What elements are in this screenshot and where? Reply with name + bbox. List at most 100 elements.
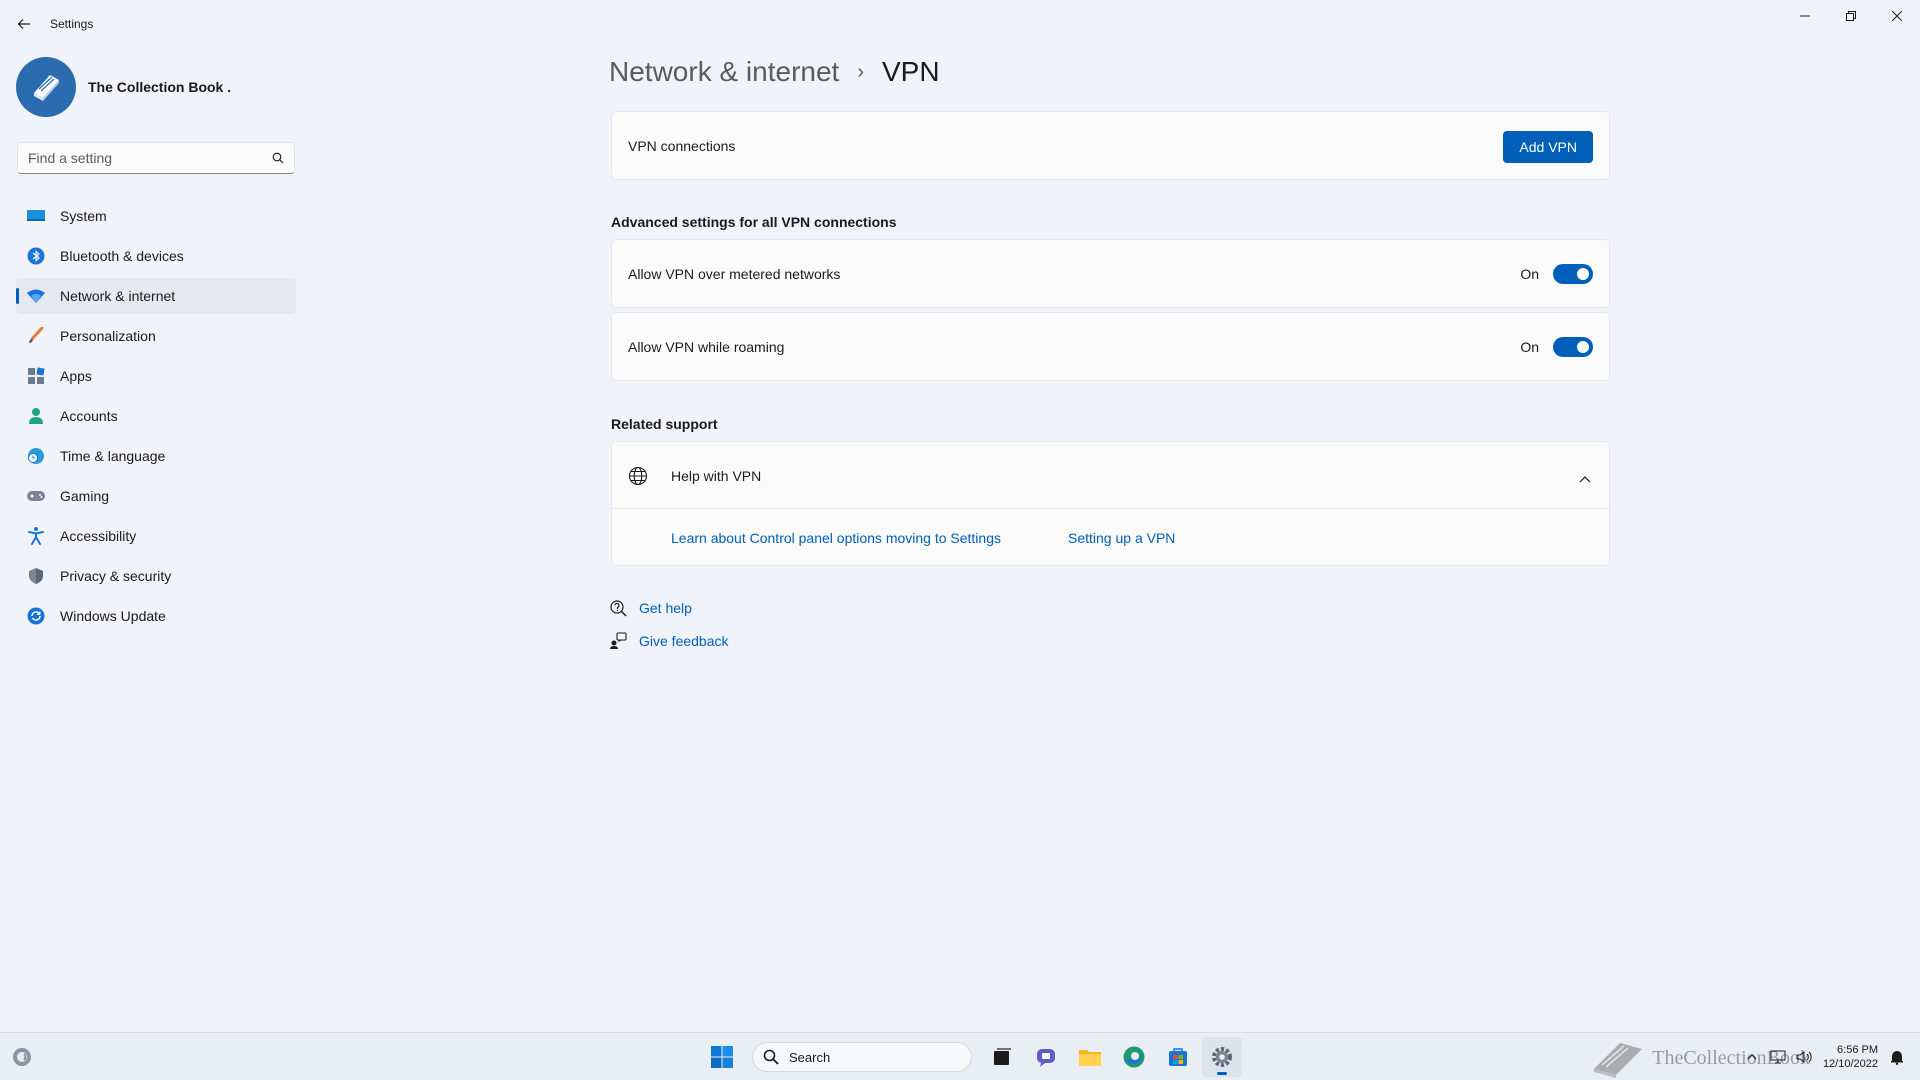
- store-icon: [1169, 1048, 1187, 1066]
- metered-toggle-group: On: [1520, 264, 1593, 284]
- sidebar-item-label: Personalization: [60, 328, 156, 344]
- chevron-up-icon: [1747, 1054, 1757, 1060]
- app-title: Settings: [50, 17, 94, 31]
- file-explorer-button[interactable]: [1070, 1037, 1110, 1077]
- help-with-vpn-header[interactable]: Help with VPN: [612, 442, 1609, 509]
- avatar: [16, 57, 76, 117]
- sidebar-item-bluetooth[interactable]: Bluetooth & devices: [16, 238, 296, 274]
- sidebar-item-time-language[interactable]: Time & language: [16, 438, 296, 474]
- gamepad-icon: [26, 486, 46, 506]
- get-help-icon: [610, 600, 627, 617]
- sidebar-item-label: Time & language: [60, 448, 166, 464]
- sidebar-item-label: Windows Update: [60, 608, 166, 624]
- edge-browser-button[interactable]: [1114, 1037, 1154, 1077]
- roaming-card: Allow VPN while roaming On: [611, 312, 1610, 381]
- network-tray-button[interactable]: [1767, 1046, 1789, 1068]
- widgets-button[interactable]: [10, 1045, 34, 1069]
- clock-date: 12/10/2022: [1822, 1058, 1878, 1070]
- globe-clock-icon: [26, 446, 46, 466]
- give-feedback-row: Give feedback: [609, 632, 729, 650]
- sidebar-item-gaming[interactable]: Gaming: [16, 478, 296, 514]
- roaming-toggle[interactable]: [1553, 337, 1593, 357]
- sidebar-item-system[interactable]: System: [16, 198, 296, 234]
- chat-button[interactable]: [1026, 1037, 1066, 1077]
- start-button[interactable]: [702, 1037, 742, 1077]
- sidebar-item-apps[interactable]: Apps: [16, 358, 296, 394]
- task-view-button[interactable]: [982, 1037, 1022, 1077]
- metered-networks-card: Allow VPN over metered networks On: [611, 239, 1610, 308]
- sidebar-item-network[interactable]: Network & internet: [16, 278, 296, 314]
- vpn-connections-card: VPN connections Add VPN: [611, 111, 1610, 180]
- restore-icon: [1846, 11, 1856, 21]
- help-with-vpn-title: Help with VPN: [671, 468, 762, 484]
- roaming-label: Allow VPN while roaming: [628, 339, 785, 355]
- sidebar-item-accounts[interactable]: Accounts: [16, 398, 296, 434]
- sidebar-item-accessibility[interactable]: Accessibility: [16, 518, 296, 554]
- sidebar-item-personalization[interactable]: Personalization: [16, 318, 296, 354]
- clock-time: 6:56 PM: [1837, 1044, 1878, 1056]
- add-vpn-button[interactable]: Add VPN: [1503, 131, 1593, 163]
- sidebar-item-label: Privacy & security: [60, 568, 172, 584]
- close-icon: [1892, 11, 1902, 21]
- help-links: Learn about Control panel options moving…: [671, 530, 1175, 546]
- shield-icon: [26, 566, 46, 586]
- taskbar-search-label: Search: [789, 1049, 831, 1065]
- metered-toggle-state: On: [1520, 266, 1539, 282]
- sidebar-item-label: System: [60, 208, 107, 224]
- person-icon: [26, 406, 46, 426]
- book-logo-icon: [1594, 1043, 1643, 1078]
- chat-icon: [1037, 1049, 1055, 1067]
- settings-window: Settings The Collection Book . Find a se…: [0, 0, 1920, 1032]
- breadcrumb: Network & internet › VPN: [609, 56, 940, 88]
- globe-icon: [628, 466, 648, 491]
- metered-networks-label: Allow VPN over metered networks: [628, 266, 841, 282]
- edge-icon: [1123, 1046, 1145, 1068]
- settings-search[interactable]: [17, 142, 295, 174]
- title-bar: Settings: [0, 0, 1920, 48]
- roaming-toggle-group: On: [1520, 337, 1593, 357]
- bluetooth-icon: [26, 246, 46, 266]
- brush-icon: [26, 326, 46, 346]
- close-button[interactable]: [1874, 0, 1920, 32]
- page-title: VPN: [882, 56, 940, 87]
- settings-app-button[interactable]: [1202, 1037, 1242, 1077]
- search-icon: [763, 1049, 779, 1065]
- monitor-icon: [26, 206, 46, 226]
- control-panel-options-link[interactable]: Learn about Control panel options moving…: [671, 530, 1001, 546]
- minimize-button[interactable]: [1782, 0, 1828, 32]
- folder-icon: [1079, 1050, 1101, 1066]
- clock[interactable]: 6:56 PM 12/10/2022: [1823, 1043, 1878, 1071]
- sidebar-nav: System Bluetooth & devices Network & int…: [16, 198, 296, 638]
- roaming-toggle-state: On: [1520, 339, 1539, 355]
- taskbar: Search TheCollectionBook 6:56 PM 12/10/2…: [0, 1032, 1920, 1080]
- show-hidden-icons-button[interactable]: [1741, 1046, 1763, 1068]
- user-profile[interactable]: The Collection Book .: [16, 57, 231, 117]
- profile-name: The Collection Book .: [88, 79, 232, 95]
- search-input[interactable]: [28, 150, 272, 166]
- store-button[interactable]: [1158, 1037, 1198, 1077]
- vpn-connections-label: VPN connections: [628, 138, 736, 154]
- notifications-button[interactable]: [1886, 1046, 1908, 1068]
- windows-logo-icon: [711, 1046, 733, 1068]
- sidebar-item-label: Network & internet: [60, 288, 176, 304]
- sidebar-item-label: Bluetooth & devices: [60, 248, 184, 264]
- sidebar-item-windows-update[interactable]: Windows Update: [16, 598, 296, 634]
- accessibility-icon: [26, 526, 46, 546]
- taskbar-search[interactable]: Search: [752, 1042, 972, 1072]
- bell-icon: [1891, 1051, 1903, 1065]
- back-button[interactable]: [10, 12, 38, 36]
- gear-icon: [1212, 1047, 1232, 1067]
- give-feedback-link[interactable]: Give feedback: [639, 633, 729, 649]
- metered-networks-toggle[interactable]: [1553, 264, 1593, 284]
- setting-up-vpn-link[interactable]: Setting up a VPN: [1068, 530, 1175, 546]
- get-help-link[interactable]: Get help: [639, 600, 692, 616]
- sidebar-item-label: Apps: [60, 368, 92, 384]
- breadcrumb-parent-link[interactable]: Network & internet: [609, 56, 839, 88]
- sidebar-item-privacy[interactable]: Privacy & security: [16, 558, 296, 594]
- search-icon: [272, 152, 284, 164]
- restore-button[interactable]: [1828, 0, 1874, 32]
- volume-tray-button[interactable]: [1793, 1046, 1815, 1068]
- network-icon: [1770, 1050, 1786, 1064]
- related-support-heading: Related support: [611, 416, 718, 432]
- advanced-settings-heading: Advanced settings for all VPN connection…: [611, 214, 897, 230]
